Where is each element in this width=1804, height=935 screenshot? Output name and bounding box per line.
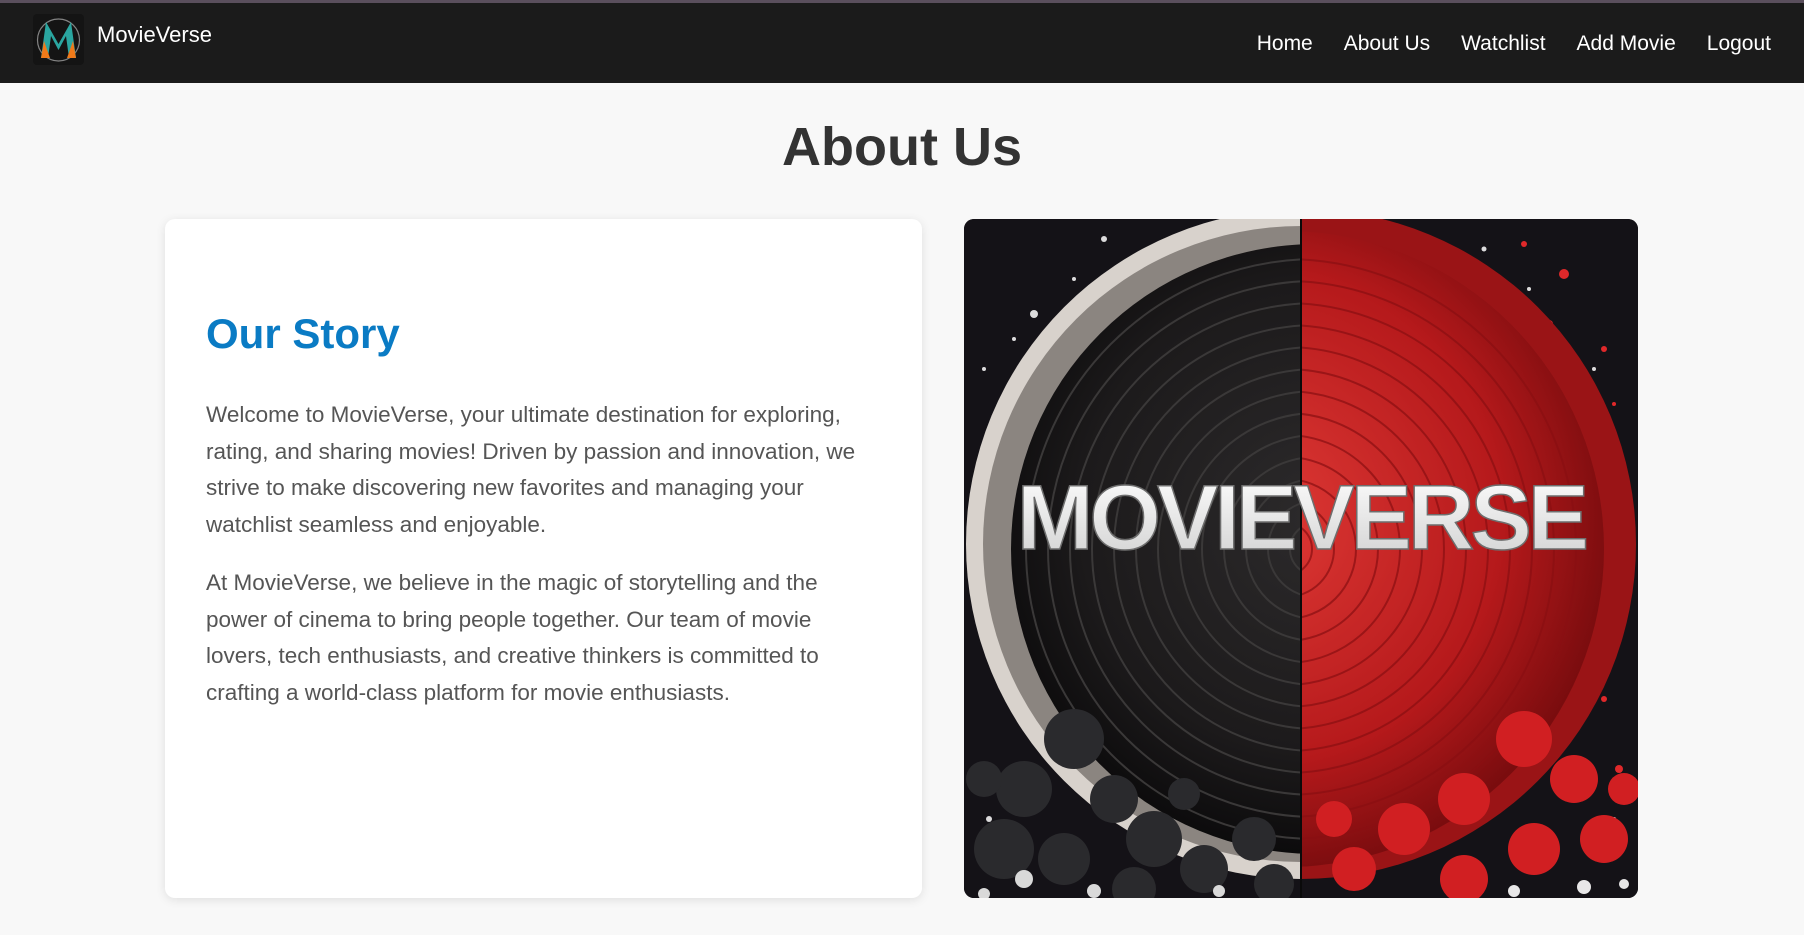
nav-home[interactable]: Home (1257, 32, 1313, 56)
hero-logo-text: MOVIEVERSE (1017, 467, 1586, 569)
movieverse-hero-image: MOVIEVERSE (964, 219, 1638, 898)
nav-logout[interactable]: Logout (1707, 32, 1771, 56)
story-paragraph-2: At MovieVerse, we believe in the magic o… (206, 570, 819, 705)
story-card: Our Story Welcome to MovieVerse, your ul… (165, 219, 922, 898)
main-nav: Home About Us Watchlist Add Movie Logout (1226, 32, 1771, 56)
brand-name[interactable]: MovieVerse (97, 23, 212, 46)
nav-add-movie[interactable]: Add Movie (1577, 32, 1676, 56)
nav-about-us[interactable]: About Us (1344, 32, 1430, 56)
movieverse-logo-icon[interactable] (33, 14, 84, 65)
page-title: About Us (782, 117, 1022, 177)
story-heading: Our Story (206, 310, 400, 357)
top-navbar: MovieVerse Home About Us Watchlist Add M… (0, 0, 1804, 83)
story-paragraph-1: Welcome to MovieVerse, your ultimate des… (206, 402, 856, 537)
brand[interactable]: MovieVerse (33, 14, 212, 65)
nav-watchlist[interactable]: Watchlist (1461, 32, 1545, 56)
